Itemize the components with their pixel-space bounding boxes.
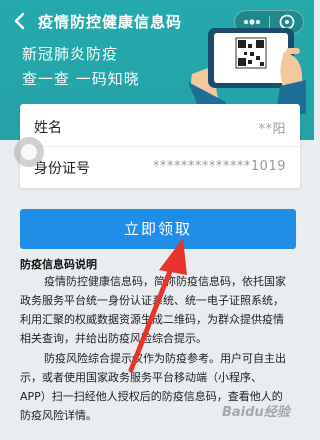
notice-text-line: 示，或者使用国家政务服务平台移动端（小程序、 <box>20 371 262 384</box>
notice-text-line: 防疫风险综合提示仅作为防疫参考。用户可自主出 <box>44 352 286 365</box>
claim-now-button[interactable]: 立即领取 <box>20 209 296 249</box>
notice-text-line: 相关查询，并给出防疫风险综合提示。 <box>20 332 207 345</box>
hero-headline: 新冠肺炎防疫 <box>22 45 119 63</box>
page-title: 疫情防控健康信息码 <box>38 13 183 31</box>
notice-text-line: 政务服务平台统一身份认证系统、统一电子证照系统， <box>20 294 284 307</box>
back-arrow-icon[interactable] <box>10 11 30 31</box>
id-number-row: 身份证号 **************1019 <box>20 146 300 187</box>
notice-text-line: 疫情防控健康信息码，简称防疫信息码，依托国家 <box>44 275 286 288</box>
phone-qr-code-icon <box>188 28 306 114</box>
id-number-label: 身份证号 <box>34 161 90 177</box>
watermark-text: Baidu经验 <box>222 405 290 420</box>
notice-paragraph-1: 疫情防控健康信息码，简称防疫信息码，依托国家 政务服务平台统一身份认证系统、统一… <box>20 272 302 348</box>
baidu-watermark: Baidu经验 <box>222 394 302 424</box>
name-row: 姓名 **阳 <box>20 106 300 146</box>
floating-assistive-button[interactable] <box>14 137 44 167</box>
name-value: **阳 <box>258 122 286 137</box>
id-number-value: **************1019 <box>152 159 286 174</box>
notice-text-line: 利用汇聚的权威数据资源生成二维码，为群众提供疫情 <box>20 313 284 326</box>
identity-card: 姓名 **阳 身份证号 **************1019 <box>20 104 300 188</box>
name-label: 姓名 <box>34 120 62 136</box>
notice-title: 防疫信息码说明 <box>20 258 97 271</box>
hero-subheadline: 查一查 一码知晓 <box>22 70 140 88</box>
